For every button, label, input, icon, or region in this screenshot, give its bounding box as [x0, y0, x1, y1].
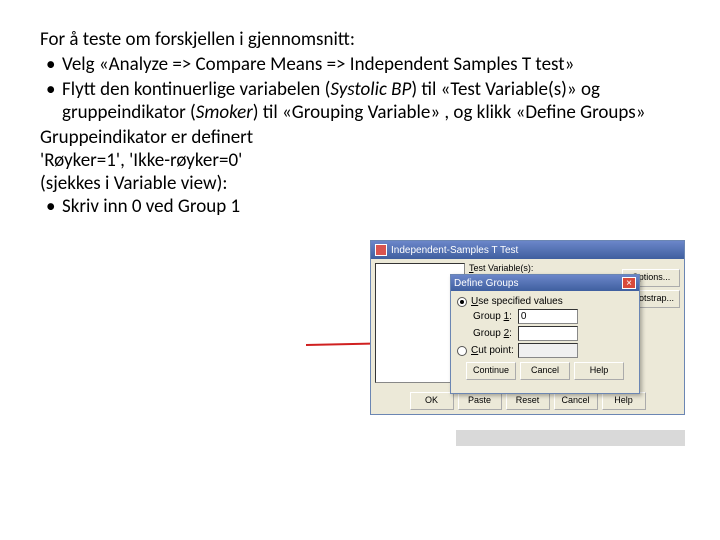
define-title: Define Groups: [454, 278, 518, 289]
define-groups-dialog: Define Groups × Use specified values Use…: [450, 274, 640, 394]
cutpoint-label: Cut point:: [471, 345, 514, 356]
bullet-enter-0: Skriv inn 0 ved Group 1: [62, 195, 680, 218]
group2-label: Group 2:: [473, 328, 512, 339]
gray-strip: [456, 430, 685, 446]
cancel-button[interactable]: Cancel: [554, 392, 598, 410]
spss-screenshot-area: Independent-Samples T Test Test Test Var…: [370, 240, 685, 430]
bullet-move-vars: Flytt den kontinuerlige variabelen (Syst…: [62, 78, 680, 124]
reset-button[interactable]: Reset: [506, 392, 550, 410]
group-def-line3: (sjekkes i Variable view):: [40, 172, 680, 195]
group-def-line2: 'Røyker=1', 'Ikke-røyker=0': [40, 149, 680, 172]
bullet-analyze: Velg «Analyze => Compare Means => Indepe…: [62, 53, 680, 76]
intro-text: For å teste om forskjellen i gjennomsnit…: [40, 28, 680, 51]
ok-button[interactable]: OK: [410, 392, 454, 410]
cutpoint-radio[interactable]: [457, 346, 467, 356]
test-variable-label: Test Test Variable(s):Variable(s):: [469, 263, 618, 273]
spss-icon: [375, 244, 387, 256]
cutpoint-input: [518, 343, 578, 358]
paste-button[interactable]: Paste: [458, 392, 502, 410]
use-specified-label: Use specified values: [471, 296, 563, 307]
group-def-line1: Gruppeindikator er definert: [40, 126, 680, 149]
dg-cancel-button[interactable]: Cancel: [520, 362, 570, 380]
group2-input[interactable]: [518, 326, 578, 341]
close-icon[interactable]: ×: [622, 277, 636, 289]
help-button[interactable]: Help: [602, 392, 646, 410]
group1-label: Group 1:: [473, 311, 512, 322]
continue-button[interactable]: Continue: [466, 362, 516, 380]
dialog-titlebar: Independent-Samples T Test: [371, 241, 684, 259]
use-specified-radio[interactable]: [457, 297, 467, 307]
dialog-title: Independent-Samples T Test: [391, 245, 518, 256]
dg-help-button[interactable]: Help: [574, 362, 624, 380]
group1-input[interactable]: 0: [518, 309, 578, 324]
